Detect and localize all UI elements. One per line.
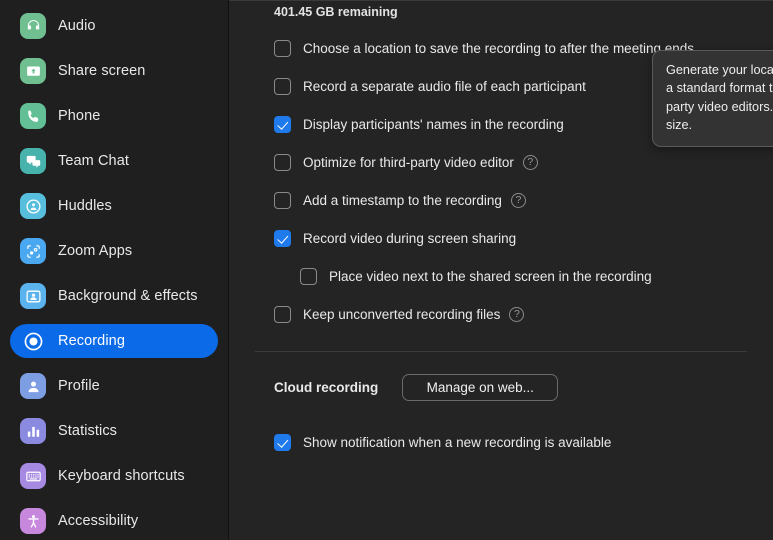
- option-row[interactable]: Keep unconverted recording files?: [274, 303, 773, 325]
- sidebar-item-label: Recording: [58, 333, 125, 349]
- option-checkbox[interactable]: [274, 192, 291, 209]
- sidebar-item-share-screen[interactable]: Share screen: [10, 54, 218, 88]
- sidebar-item-recording[interactable]: Recording: [10, 324, 218, 358]
- option-checkbox[interactable]: [274, 154, 291, 171]
- share-screen-icon: [20, 58, 46, 84]
- sidebar-item-label: Phone: [58, 108, 100, 124]
- sidebar-item-accessibility[interactable]: Accessibility: [10, 504, 218, 538]
- sidebar-item-statistics[interactable]: Statistics: [10, 414, 218, 448]
- cloud-recording-row: Cloud recording Manage on web...: [274, 374, 773, 401]
- accessibility-icon: [20, 508, 46, 534]
- zoom-apps-icon: [20, 238, 46, 264]
- sidebar-item-label: Profile: [58, 378, 100, 394]
- sidebar-item-keyboard-shortcuts[interactable]: Keyboard shortcuts: [10, 459, 218, 493]
- sidebar-item-label: Team Chat: [58, 153, 129, 169]
- sidebar-item-profile[interactable]: Profile: [10, 369, 218, 403]
- sidebar-item-phone[interactable]: Phone: [10, 99, 218, 133]
- third-party-editor-tooltip: Generate your local recording video file…: [652, 50, 773, 147]
- sidebar-item-label: Audio: [58, 18, 96, 34]
- sidebar-item-huddles[interactable]: Huddles: [10, 189, 218, 223]
- statistics-icon: [20, 418, 46, 444]
- help-icon[interactable]: ?: [523, 155, 538, 170]
- manage-on-web-button[interactable]: Manage on web...: [402, 374, 558, 401]
- option-checkbox[interactable]: [274, 78, 291, 95]
- sidebar-item-label: Statistics: [58, 423, 117, 439]
- recording-icon: [20, 328, 46, 354]
- sidebar-item-background-effects[interactable]: Background & effects: [10, 279, 218, 313]
- sidebar-item-label: Background & effects: [58, 288, 198, 304]
- option-label: Place video next to the shared screen in…: [329, 269, 652, 284]
- option-label: Display participants' names in the recor…: [303, 117, 564, 132]
- option-checkbox[interactable]: [300, 268, 317, 285]
- sidebar-item-zoom-apps[interactable]: Zoom Apps: [10, 234, 218, 268]
- option-row[interactable]: Record video during screen sharing: [274, 227, 773, 249]
- phone-icon: [20, 103, 46, 129]
- option-label: Record a separate audio file of each par…: [303, 79, 586, 94]
- sidebar-item-label: Keyboard shortcuts: [58, 468, 185, 484]
- option-label: Keep unconverted recording files: [303, 307, 500, 322]
- sidebar-item-team-chat[interactable]: Team Chat: [10, 144, 218, 178]
- zoom-settings-window: Audio Share screen Phone Team Chat Huddles Zo…: [0, 0, 773, 540]
- option-label: Choose a location to save the recording …: [303, 41, 694, 56]
- option-row[interactable]: Place video next to the shared screen in…: [274, 265, 773, 287]
- storage-remaining-label: 401.45 GB remaining: [274, 1, 773, 19]
- option-checkbox[interactable]: [274, 306, 291, 323]
- show-notification-label: Show notification when a new recording i…: [303, 435, 611, 450]
- option-checkbox[interactable]: [274, 230, 291, 247]
- section-divider: [255, 351, 747, 352]
- sidebar-item-audio[interactable]: Audio: [10, 9, 218, 43]
- sidebar-item-label: Accessibility: [58, 513, 138, 529]
- option-row[interactable]: Add a timestamp to the recording?: [274, 189, 773, 211]
- option-checkbox[interactable]: [274, 40, 291, 57]
- tooltip-text: Generate your local recording video file…: [666, 61, 773, 135]
- huddles-icon: [20, 193, 46, 219]
- keyboard-icon: [20, 463, 46, 489]
- sidebar-item-label: Huddles: [58, 198, 112, 214]
- option-row[interactable]: Optimize for third-party video editor?: [274, 151, 773, 173]
- option-label: Optimize for third-party video editor: [303, 155, 514, 170]
- option-checkbox[interactable]: [274, 116, 291, 133]
- option-label: Record video during screen sharing: [303, 231, 516, 246]
- help-icon[interactable]: ?: [511, 193, 526, 208]
- headphones-icon: [20, 13, 46, 39]
- cloud-recording-title: Cloud recording: [274, 380, 378, 395]
- show-notification-checkbox[interactable]: [274, 434, 291, 451]
- recording-settings-panel: 401.45 GB remaining Choose a location to…: [229, 0, 773, 540]
- option-label: Add a timestamp to the recording: [303, 193, 502, 208]
- show-notification-row[interactable]: Show notification when a new recording i…: [274, 431, 773, 453]
- settings-sidebar: Audio Share screen Phone Team Chat Huddles Zo…: [0, 0, 229, 540]
- background-effects-icon: [20, 283, 46, 309]
- sidebar-item-label: Share screen: [58, 63, 145, 79]
- chat-bubbles-icon: [20, 148, 46, 174]
- help-icon[interactable]: ?: [509, 307, 524, 322]
- profile-icon: [20, 373, 46, 399]
- sidebar-item-label: Zoom Apps: [58, 243, 132, 259]
